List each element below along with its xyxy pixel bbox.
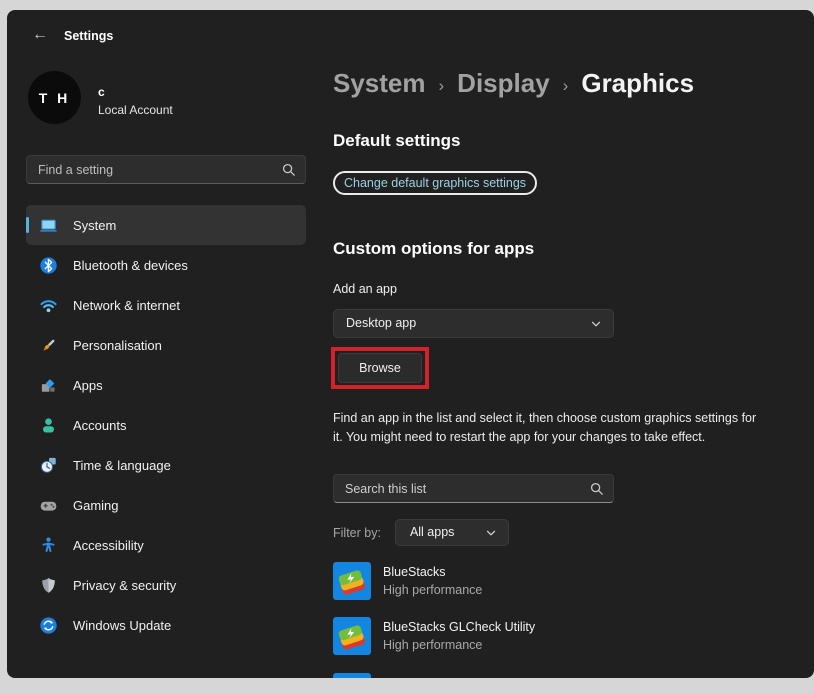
sidebar-item-gaming[interactable]: Gaming [26, 485, 306, 525]
sidebar-item-label: Network & internet [73, 298, 180, 313]
sidebar-item-label: Time & language [73, 458, 171, 473]
avatar-initials: T H [39, 90, 71, 106]
sidebar-item-system[interactable]: System [26, 205, 306, 245]
sidebar-item-bluetooth-devices[interactable]: Bluetooth & devices [26, 245, 306, 285]
app-graphics-setting: High performance [383, 581, 482, 599]
filter-dropdown[interactable]: All apps [395, 519, 509, 546]
search-icon [590, 482, 604, 496]
gaming-icon [39, 496, 58, 515]
default-settings-heading: Default settings [333, 131, 461, 151]
sidebar-item-personalisation[interactable]: Personalisation [26, 325, 306, 365]
apps-icon [39, 376, 58, 395]
app-name: BlueStacks [383, 563, 482, 581]
app-graphics-setting: High performance [383, 636, 535, 654]
app-list-search[interactable] [333, 474, 614, 503]
privacy-security-icon [39, 576, 58, 595]
filter-by-label: Filter by: [333, 526, 381, 540]
sidebar-item-windows-update[interactable]: Windows Update [26, 605, 306, 645]
chevron-down-icon [590, 318, 602, 330]
sidebar-item-label: Privacy & security [73, 578, 176, 593]
app-list: BlueStacksHigh performanceBlueStacks GLC… [333, 562, 763, 655]
accessibility-icon [39, 536, 58, 555]
sidebar-item-label: Accounts [73, 418, 126, 433]
search-icon [282, 163, 296, 177]
back-arrow-icon[interactable]: ← [32, 27, 48, 43]
sidebar-item-label: System [73, 218, 116, 233]
app-list-item[interactable]: BlueStacksHigh performance [333, 562, 763, 600]
sidebar-search-input[interactable] [27, 156, 305, 183]
window-title: Settings [64, 29, 113, 43]
sidebar-item-accessibility[interactable]: Accessibility [26, 525, 306, 565]
app-icon-partial [333, 673, 371, 678]
sidebar-item-label: Personalisation [73, 338, 162, 353]
sidebar-item-label: Bluetooth & devices [73, 258, 188, 273]
avatar: T H [28, 71, 81, 124]
personalisation-icon [39, 336, 58, 355]
profile-name: c [98, 85, 105, 99]
time-language-icon [39, 456, 58, 475]
filter-selected-value: All apps [410, 520, 454, 545]
app-name: BlueStacks GLCheck Utility [383, 618, 535, 636]
breadcrumb-display[interactable]: Display [457, 68, 550, 99]
sidebar-item-privacy-security[interactable]: Privacy & security [26, 565, 306, 605]
profile-account-type: Local Account [98, 103, 173, 117]
sidebar-item-accounts[interactable]: Accounts [26, 405, 306, 445]
custom-options-heading: Custom options for apps [333, 239, 534, 259]
chevron-down-icon [485, 527, 497, 539]
bluestacks-icon [333, 562, 371, 600]
accounts-icon [39, 416, 58, 435]
windows-update-icon [39, 616, 58, 635]
change-default-graphics-link[interactable]: Change default graphics settings [333, 171, 537, 195]
browse-button[interactable]: Browse [338, 353, 422, 383]
network-icon [39, 296, 58, 315]
app-type-selected-value: Desktop app [346, 310, 416, 337]
app-list-item[interactable]: BlueStacks GLCheck UtilityHigh performan… [333, 617, 763, 655]
filter-row: Filter by: All apps [333, 519, 509, 546]
sidebar-item-label: Gaming [73, 498, 119, 513]
breadcrumb-separator-icon: › [563, 72, 569, 96]
find-app-description: Find an app in the list and select it, t… [333, 409, 769, 447]
breadcrumb-graphics: Graphics [581, 68, 694, 99]
breadcrumb-separator-icon: › [439, 72, 445, 96]
add-an-app-label: Add an app [333, 282, 397, 296]
sidebar-item-time-language[interactable]: Time & language [26, 445, 306, 485]
selected-accent-pill [26, 217, 29, 233]
app-type-dropdown[interactable]: Desktop app [333, 309, 614, 338]
sidebar-item-network-internet[interactable]: Network & internet [26, 285, 306, 325]
breadcrumb-system[interactable]: System [333, 68, 426, 99]
sidebar-item-label: Apps [73, 378, 103, 393]
sidebar-search[interactable] [26, 155, 306, 184]
sidebar-item-label: Windows Update [73, 618, 171, 633]
settings-window: ← Settings T H c Local Account System Blu… [7, 10, 814, 678]
sidebar-item-apps[interactable]: Apps [26, 365, 306, 405]
sidebar-nav: System Bluetooth & devices Network & inter… [26, 205, 306, 645]
sidebar-item-label: Accessibility [73, 538, 144, 553]
breadcrumb: System › Display › Graphics [333, 68, 694, 99]
bluestacks-icon [333, 617, 371, 655]
bluetooth-icon [39, 256, 58, 275]
app-list-search-input[interactable] [334, 475, 613, 502]
system-icon [39, 216, 58, 235]
